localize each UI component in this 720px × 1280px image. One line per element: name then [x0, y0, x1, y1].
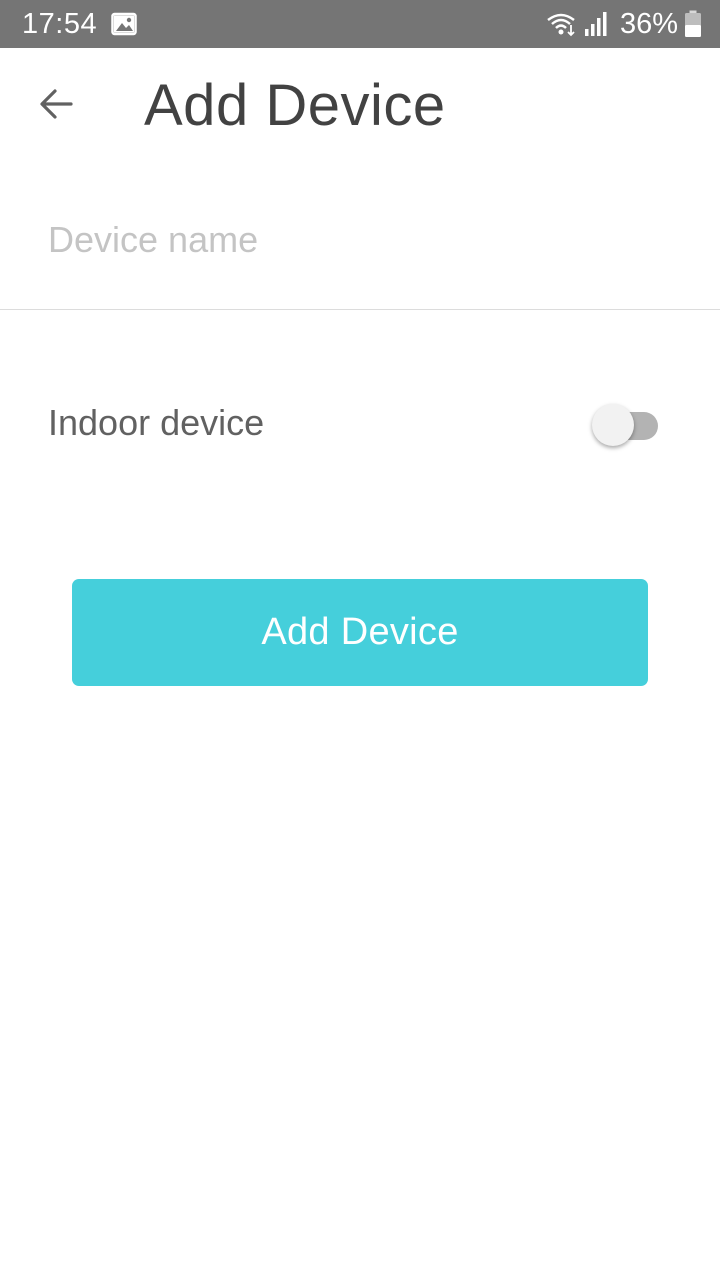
- status-right: 36%: [546, 8, 702, 41]
- status-left: 17:54: [22, 8, 137, 41]
- toggle-thumb: [592, 404, 634, 446]
- arrow-left-icon: [38, 88, 74, 120]
- device-name-field: [0, 190, 720, 310]
- indoor-device-label: Indoor device: [48, 402, 265, 443]
- add-device-button[interactable]: Add Device: [72, 579, 648, 686]
- battery-percent: 36%: [619, 7, 678, 40]
- app-bar: Add Device: [0, 48, 720, 168]
- device-name-input[interactable]: [48, 210, 668, 270]
- wifi-icon: [546, 11, 578, 37]
- status-bar: 17:54 36%: [0, 0, 720, 48]
- page-title: Add Device: [144, 73, 446, 138]
- battery-icon: [684, 10, 702, 38]
- indoor-device-row: Indoor device: [0, 390, 720, 460]
- back-button[interactable]: [26, 74, 86, 134]
- gallery-icon: [111, 12, 137, 36]
- status-time: 17:54: [22, 7, 98, 40]
- signal-icon: [584, 11, 608, 37]
- indoor-device-toggle[interactable]: [592, 404, 660, 448]
